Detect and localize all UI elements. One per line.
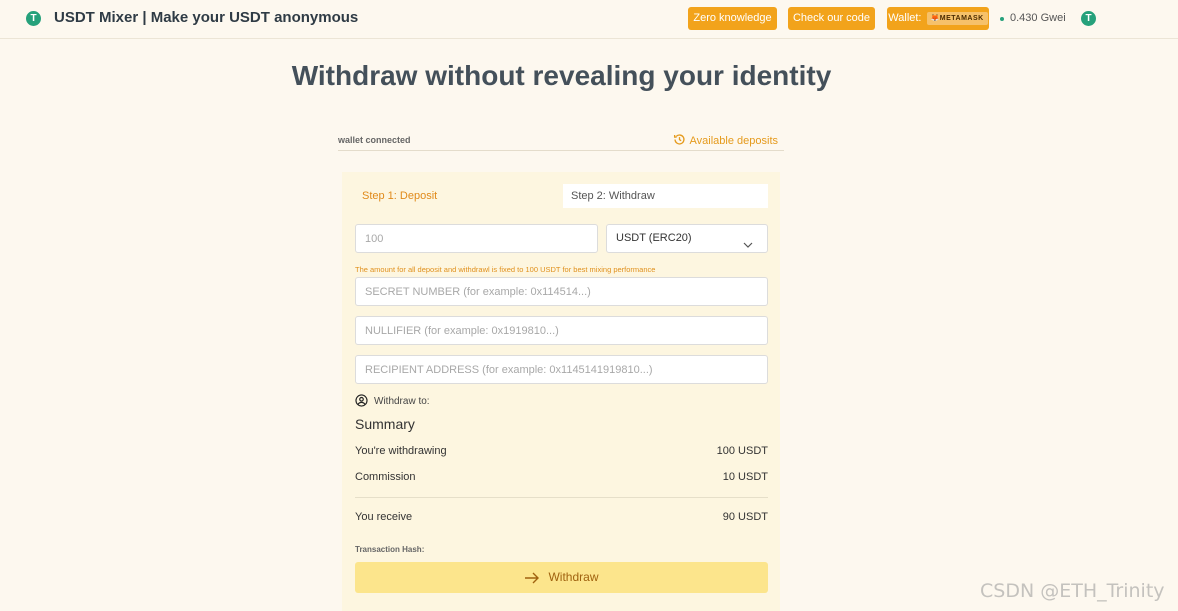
arrow-right-icon	[524, 565, 540, 596]
tab-withdraw[interactable]: Step 2: Withdraw	[563, 184, 768, 208]
withdraw-to-label: Withdraw to:	[374, 396, 430, 407]
metamask-wordmark: METAMASK	[939, 14, 984, 22]
amount-input[interactable]	[355, 224, 598, 253]
receive-value: 90 USDT	[722, 511, 768, 523]
user-circle-icon	[355, 394, 368, 410]
tab-deposit[interactable]: Step 1: Deposit	[342, 184, 563, 208]
zero-knowledge-button[interactable]: Zero knowledge	[688, 7, 777, 30]
watermark: CSDN @ETH_Trinity	[980, 580, 1165, 602]
metamask-fox-icon: 🦊	[930, 14, 940, 22]
token-select-value: USDT (ERC20)	[616, 232, 692, 244]
wallet-status: wallet connected	[338, 135, 411, 145]
gas-status-dot	[1000, 17, 1004, 21]
amount-hint: The amount for all deposit and withdrawl…	[355, 265, 656, 274]
summary-divider	[355, 497, 768, 498]
withdrawing-value: 100 USDT	[716, 445, 768, 457]
summary-heading: Summary	[355, 416, 415, 432]
withdraw-button[interactable]: Withdraw	[355, 562, 768, 593]
wallet-button[interactable]: Wallet: 🦊METAMASK	[887, 7, 989, 30]
recipient-address-input[interactable]	[355, 355, 768, 384]
withdraw-card: Step 1: Deposit Step 2: Withdraw USDT (E…	[342, 172, 780, 611]
app-title: USDT Mixer | Make your USDT anonymous	[54, 9, 359, 26]
transaction-hash-label: Transaction Hash:	[355, 545, 425, 554]
page-title: Withdraw without revealing your identity	[291, 60, 832, 91]
withdrawing-label: You're withdrawing	[355, 445, 447, 457]
metamask-logo: 🦊METAMASK	[926, 11, 988, 25]
gas-price: 0.430 Gwei	[1010, 12, 1066, 24]
commission-value: 10 USDT	[722, 471, 768, 483]
available-deposits-label: Available deposits	[689, 135, 778, 147]
receive-label: You receive	[355, 511, 413, 523]
top-bar: T USDT Mixer | Make your USDT anonymous …	[0, 0, 1178, 39]
available-deposits-link[interactable]: Available deposits	[673, 133, 778, 149]
check-code-button[interactable]: Check our code	[788, 7, 875, 30]
wallet-status-row: wallet connected Available deposits	[338, 132, 784, 151]
commission-label: Commission	[355, 471, 416, 483]
token-select[interactable]: USDT (ERC20)	[606, 224, 768, 253]
withdraw-button-label: Withdraw	[548, 570, 599, 584]
nullifier-input[interactable]	[355, 316, 768, 345]
usdt-token-icon[interactable]: T	[1081, 11, 1096, 26]
secret-number-input[interactable]	[355, 277, 768, 306]
chevron-down-icon	[743, 234, 753, 261]
tether-logo-icon: T	[26, 11, 41, 26]
withdraw-to: Withdraw to:	[355, 394, 430, 410]
history-icon	[673, 133, 686, 149]
wallet-label: Wallet:	[888, 12, 922, 24]
